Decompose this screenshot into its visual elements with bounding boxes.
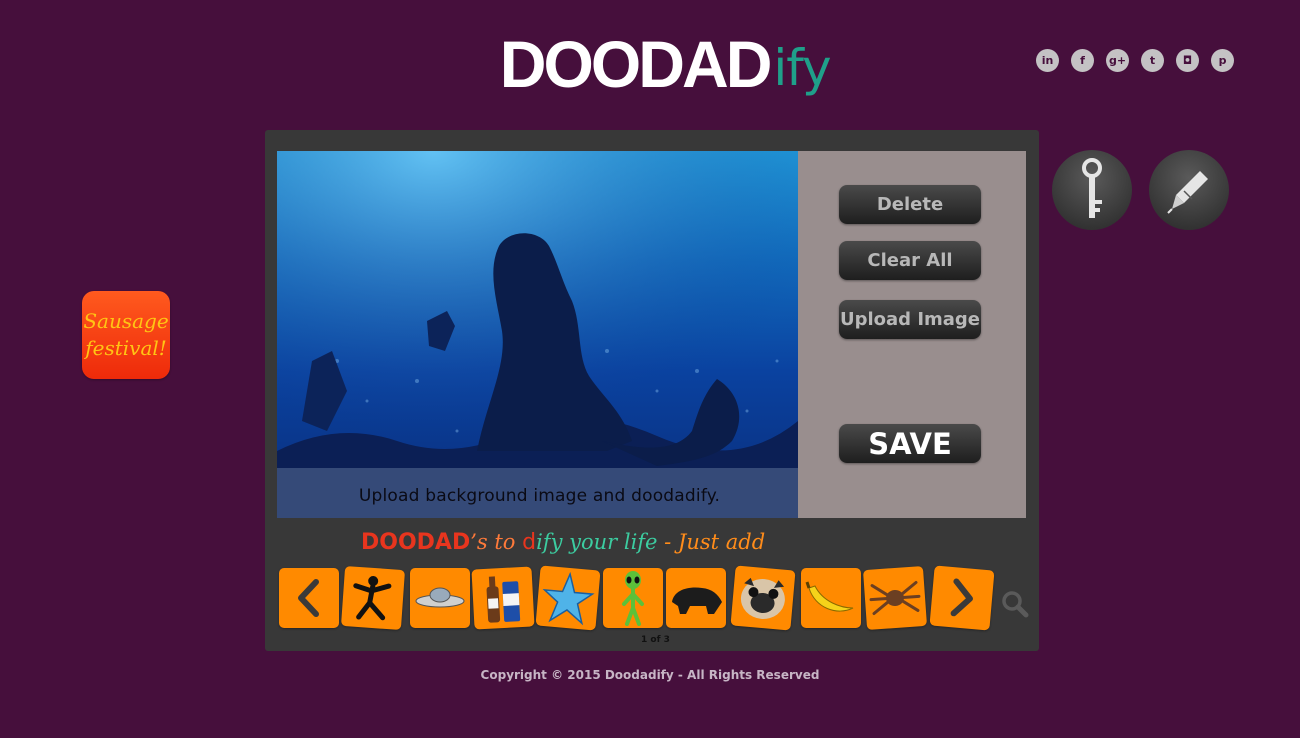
banana-icon [805,581,854,612]
ninja-icon [353,575,392,621]
alien-icon [622,571,644,626]
chevron-left-icon [298,579,319,617]
doodad-canvas[interactable]: Upload background image and doodadify. [277,151,798,518]
google-plus-icon[interactable]: g+ [1106,49,1129,72]
tagline-part-1: DOODAD [361,530,471,555]
tagline-part-2: ’s to [470,530,523,554]
bear-doodad[interactable] [666,568,726,628]
beer-icon [486,576,521,623]
pinterest-icon[interactable]: p [1211,49,1234,72]
spider-icon [869,580,921,616]
bear-icon [672,587,722,614]
save-button[interactable]: SAVE [839,424,981,463]
canvas-caption: Upload background image and doodadify. [358,486,721,506]
upload-image-button[interactable]: Upload Image [839,300,981,339]
key-icon [1082,158,1102,218]
search-icon [1002,591,1029,618]
carousel-prev-button[interactable] [279,568,339,628]
instagram-icon[interactable]: ◘ [1176,49,1199,72]
star-doodad[interactable] [535,565,601,631]
tagline-part-3: d [522,530,537,555]
clear-all-button[interactable]: Clear All [839,241,981,280]
tagline-part-4: ify your life [536,530,658,554]
tagline-part-5: - Just add [657,530,766,554]
sausage-festival-badge[interactable]: Sausage festival! [82,291,170,379]
facebook-icon[interactable]: f [1071,49,1094,72]
pug-doodad[interactable] [730,565,796,631]
spider-doodad[interactable] [862,565,928,631]
alien-doodad[interactable] [603,568,663,628]
chevron-right-icon [950,578,973,617]
ufo-icon [415,587,465,608]
star-icon [542,571,595,626]
ufo-doodad[interactable] [410,568,470,628]
control-panel: Delete Clear All Upload Image SAVE [798,151,1026,518]
banana-doodad[interactable] [801,568,861,628]
logo-suffix-text: ify [773,39,831,97]
badge-line-2: festival! [85,336,167,360]
linkedin-icon[interactable]: in [1036,49,1059,72]
search-button[interactable] [1001,590,1029,618]
key-tool-button[interactable] [1052,150,1132,230]
delete-button[interactable]: Delete [839,185,981,224]
twitter-icon[interactable]: t [1141,49,1164,72]
pug-icon [740,577,785,620]
mermaid-background-image [277,151,798,518]
logo-main-text: DOODAD [499,27,773,101]
ninja-doodad[interactable] [340,565,406,631]
tagline: DOODAD’s to dify your life - Just add [361,530,765,555]
carousel-next-button[interactable] [929,565,995,631]
footer-copyright: Copyright © 2015 Doodadify - All Rights … [480,668,820,682]
site-logo[interactable]: DOODAD ify [497,27,832,110]
pen-tool-button[interactable] [1149,150,1229,230]
badge-line-1: Sausage [83,309,169,333]
beer-doodad[interactable] [471,566,535,630]
social-links: in f g+ t ◘ p [1036,49,1234,72]
carousel-page-indicator: 1 of 3 [641,635,670,645]
pen-nib-icon [1167,171,1208,214]
